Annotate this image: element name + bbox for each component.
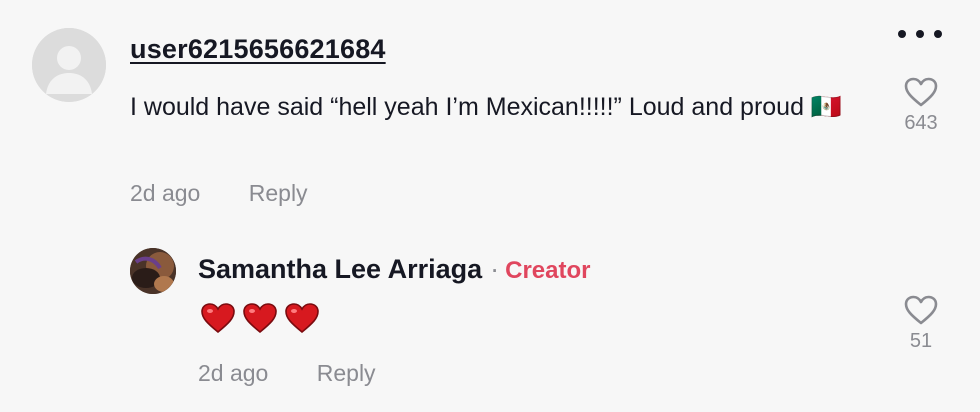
dot <box>916 30 924 38</box>
reply-author-name[interactable]: Samantha Lee Arriaga <box>198 254 482 284</box>
comment-timestamp: 2d ago <box>130 180 201 206</box>
reply-meta: 2d ago Reply <box>198 360 376 387</box>
red-heart-emoji-icon <box>285 303 319 334</box>
like-button[interactable]: 643 <box>896 76 946 135</box>
comment-text: I would have said “hell yeah I’m Mexican… <box>130 93 843 121</box>
dot <box>934 30 942 38</box>
separator-dot: · <box>490 254 500 284</box>
heart-outline-icon <box>904 77 938 107</box>
more-options-icon[interactable] <box>898 22 942 46</box>
dot <box>898 30 906 38</box>
like-count: 51 <box>909 330 933 352</box>
heart-outline-icon <box>904 295 938 325</box>
reply-button[interactable]: Reply <box>249 180 308 206</box>
red-heart-emoji-icon <box>201 303 235 334</box>
creator-avatar[interactable] <box>130 248 176 294</box>
creator-badge: Creator <box>505 257 591 284</box>
reply-author: Samantha Lee Arriaga · Creator <box>198 254 590 285</box>
creator-avatar-photo <box>130 248 176 294</box>
reply-text <box>200 302 320 334</box>
reply-timestamp: 2d ago <box>198 360 269 386</box>
red-heart-emoji-icon <box>243 303 277 334</box>
avatar[interactable] <box>32 28 106 102</box>
comment-username[interactable]: user6215656621684 <box>130 34 386 65</box>
comment-thread: user6215656621684 I would have said “hel… <box>0 0 980 412</box>
reply-button[interactable]: Reply <box>317 360 376 386</box>
like-button[interactable]: 51 <box>896 294 946 353</box>
comment-meta: 2d ago Reply <box>130 180 308 207</box>
default-avatar-icon <box>32 28 106 102</box>
like-count: 643 <box>904 112 938 134</box>
